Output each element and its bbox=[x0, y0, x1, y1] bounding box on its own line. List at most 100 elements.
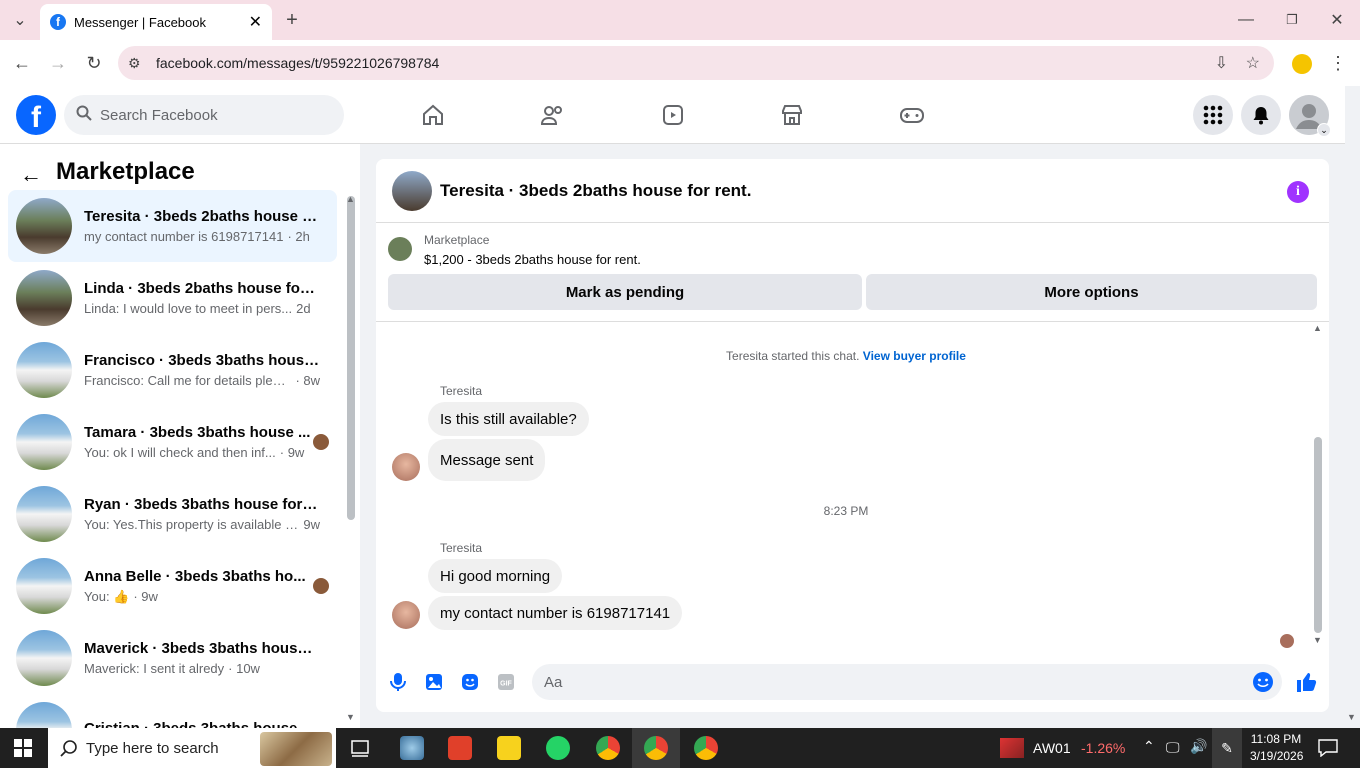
clock[interactable]: 11:08 PM 3/19/2026 bbox=[1250, 732, 1303, 763]
pen-icon[interactable]: ✎ bbox=[1212, 728, 1242, 768]
stock-chart-icon[interactable] bbox=[1000, 738, 1024, 758]
profile-extension-icon[interactable] bbox=[1292, 54, 1312, 74]
minimize-icon[interactable]: — bbox=[1234, 8, 1258, 32]
friends-icon[interactable] bbox=[537, 100, 569, 130]
conversation-name: Ryan · 3beds 3baths house for r... bbox=[84, 496, 320, 513]
page-scrollbar-track[interactable] bbox=[1345, 86, 1360, 728]
sticky-notes-icon[interactable] bbox=[497, 736, 521, 760]
photo-icon[interactable] bbox=[422, 670, 446, 694]
listing-thumbnail bbox=[16, 270, 72, 326]
app-icon-2[interactable] bbox=[448, 736, 472, 760]
conversation-time: · 9w bbox=[133, 588, 158, 604]
message-bubble[interactable]: Is this still available? bbox=[428, 402, 589, 436]
conversation-item[interactable]: Maverick · 3beds 3baths house f... Maveri… bbox=[8, 622, 337, 694]
search-icon bbox=[76, 105, 92, 125]
chat-avatar[interactable] bbox=[392, 170, 432, 211]
page-scroll-down-icon[interactable]: ▼ bbox=[1347, 712, 1356, 722]
chat-header[interactable]: Teresita · 3beds 2baths house for rent. … bbox=[376, 159, 1329, 223]
chrome-active-icon[interactable] bbox=[644, 736, 668, 760]
home-icon[interactable] bbox=[417, 100, 449, 130]
chrome-menu-icon[interactable]: ⋮ bbox=[1326, 51, 1350, 75]
windows-start-icon[interactable] bbox=[14, 739, 32, 760]
listing-thumbnail bbox=[16, 198, 72, 254]
notification-center-icon[interactable] bbox=[1318, 739, 1338, 760]
url-field[interactable]: ⚙ facebook.com/messages/t/95922102679878… bbox=[118, 46, 1274, 80]
conversation-time: · 8w bbox=[295, 373, 320, 388]
close-tab-icon[interactable]: ✕ bbox=[249, 12, 262, 32]
bookmark-star-icon[interactable]: ☆ bbox=[1246, 53, 1260, 73]
sticker-icon[interactable] bbox=[458, 670, 482, 694]
conversation-message: You: Yes.This property is available n... bbox=[84, 517, 300, 532]
hidden-icons-chevron-icon[interactable]: ⌃ bbox=[1143, 738, 1155, 755]
gif-icon[interactable]: GIF bbox=[494, 670, 518, 694]
scroll-up-icon[interactable]: ▲ bbox=[346, 194, 355, 204]
app-icon-1[interactable] bbox=[400, 736, 424, 760]
more-options-button[interactable]: More options bbox=[866, 274, 1317, 310]
conversation-item[interactable]: Ryan · 3beds 3baths house for r... You: Y… bbox=[8, 478, 337, 550]
listing-summary[interactable]: Marketplace $1,200 - 3beds 2baths house … bbox=[388, 233, 641, 267]
site-info-icon[interactable]: ⚙ bbox=[128, 55, 141, 72]
conversation-item[interactable]: Cristian · 3beds 3baths house fo... bbox=[8, 694, 337, 728]
message-bubble[interactable]: my contact number is 6198717141 bbox=[428, 596, 683, 630]
volume-icon[interactable]: 🔊 bbox=[1190, 738, 1207, 755]
view-buyer-profile-link[interactable]: View buyer profile bbox=[863, 349, 966, 363]
back-icon[interactable]: ← bbox=[10, 51, 34, 75]
message-bubble[interactable]: Hi good morning bbox=[428, 559, 563, 593]
task-view-icon[interactable] bbox=[350, 738, 370, 761]
reload-icon[interactable]: ↻ bbox=[82, 51, 106, 75]
mark-as-pending-button[interactable]: Mark as pending bbox=[388, 274, 862, 310]
taskbar-search-icon bbox=[60, 739, 78, 761]
sender-avatar[interactable] bbox=[392, 601, 420, 629]
notifications-bell-icon[interactable] bbox=[1241, 95, 1281, 135]
conversation-text: Cristian · 3beds 3baths house fo... bbox=[84, 720, 320, 729]
conversation-message: Francisco: Call me for details please bbox=[84, 373, 292, 388]
scroll-down-icon[interactable]: ▼ bbox=[346, 712, 355, 722]
chat-scroll-up-icon[interactable]: ▲ bbox=[1313, 323, 1322, 333]
account-chevron-icon[interactable]: ⌄ bbox=[1317, 123, 1331, 137]
forward-icon[interactable]: → bbox=[46, 51, 70, 75]
conversation-item[interactable]: Anna Belle · 3beds 3baths ho... You: 👍 · 9… bbox=[8, 550, 337, 622]
install-app-icon[interactable]: ⇩ bbox=[1215, 53, 1228, 73]
listing-thumbnail bbox=[388, 237, 412, 261]
conversation-item[interactable]: Francisco · 3beds 3baths house f... Franc… bbox=[8, 334, 337, 406]
stock-name[interactable]: AW01 bbox=[1033, 740, 1071, 756]
facebook-search-input[interactable]: Search Facebook bbox=[64, 95, 344, 135]
microphone-icon[interactable] bbox=[386, 670, 410, 694]
conversation-item[interactable]: Teresita · 3beds 2baths house fo... my co… bbox=[8, 190, 337, 262]
back-arrow-icon[interactable]: ← bbox=[20, 162, 42, 188]
thumbs-up-icon[interactable] bbox=[1294, 670, 1318, 694]
menu-grid-icon[interactable] bbox=[1193, 95, 1233, 135]
message-bubble[interactable]: Message sent bbox=[428, 439, 546, 481]
seen-receipt-avatar bbox=[1280, 634, 1294, 648]
maximize-icon[interactable]: ❐ bbox=[1280, 8, 1304, 32]
new-tab-icon[interactable]: + bbox=[280, 8, 304, 32]
sender-avatar[interactable] bbox=[392, 453, 420, 481]
message-input[interactable]: Aa bbox=[532, 664, 1282, 700]
conversation-name: Teresita · 3beds 2baths house fo... bbox=[84, 208, 320, 225]
conversation-text: Teresita · 3beds 2baths house fo... my co… bbox=[84, 208, 320, 244]
chat-scroll-down-icon[interactable]: ▼ bbox=[1313, 635, 1322, 645]
tab-search-chevron-icon[interactable]: ⌄ bbox=[8, 8, 32, 32]
divider bbox=[376, 321, 1329, 322]
close-window-icon[interactable]: ✕ bbox=[1325, 8, 1349, 32]
sidebar-scrollbar[interactable] bbox=[347, 196, 355, 520]
stock-change[interactable]: -1.26% bbox=[1081, 740, 1125, 756]
conversation-item[interactable]: Tamara · 3beds 3baths house ... You: ok I… bbox=[8, 406, 337, 478]
video-icon[interactable] bbox=[657, 100, 689, 130]
info-icon[interactable]: i bbox=[1287, 181, 1309, 203]
account-avatar-icon[interactable]: ⌄ bbox=[1289, 95, 1331, 137]
taskbar-search-input[interactable]: Type here to search bbox=[48, 728, 336, 768]
facebook-logo-icon[interactable]: f bbox=[16, 95, 56, 135]
emoji-icon[interactable] bbox=[1252, 671, 1274, 697]
whatsapp-icon[interactable] bbox=[546, 736, 570, 760]
conversation-item[interactable]: Linda · 3beds 2baths house for r... Linda… bbox=[8, 262, 337, 334]
chat-scrollbar[interactable] bbox=[1314, 437, 1322, 633]
chrome-icon[interactable] bbox=[596, 736, 620, 760]
chat-title[interactable]: Teresita · 3beds 2baths house for rent. bbox=[440, 181, 751, 201]
gaming-icon[interactable] bbox=[896, 100, 928, 130]
chrome-profile-icon[interactable] bbox=[694, 736, 718, 760]
search-highlight-image[interactable] bbox=[260, 732, 332, 766]
network-icon[interactable]: 🖵 bbox=[1166, 739, 1180, 756]
marketplace-icon[interactable] bbox=[776, 100, 808, 130]
browser-tab[interactable]: f Messenger | Facebook ✕ bbox=[40, 4, 272, 40]
